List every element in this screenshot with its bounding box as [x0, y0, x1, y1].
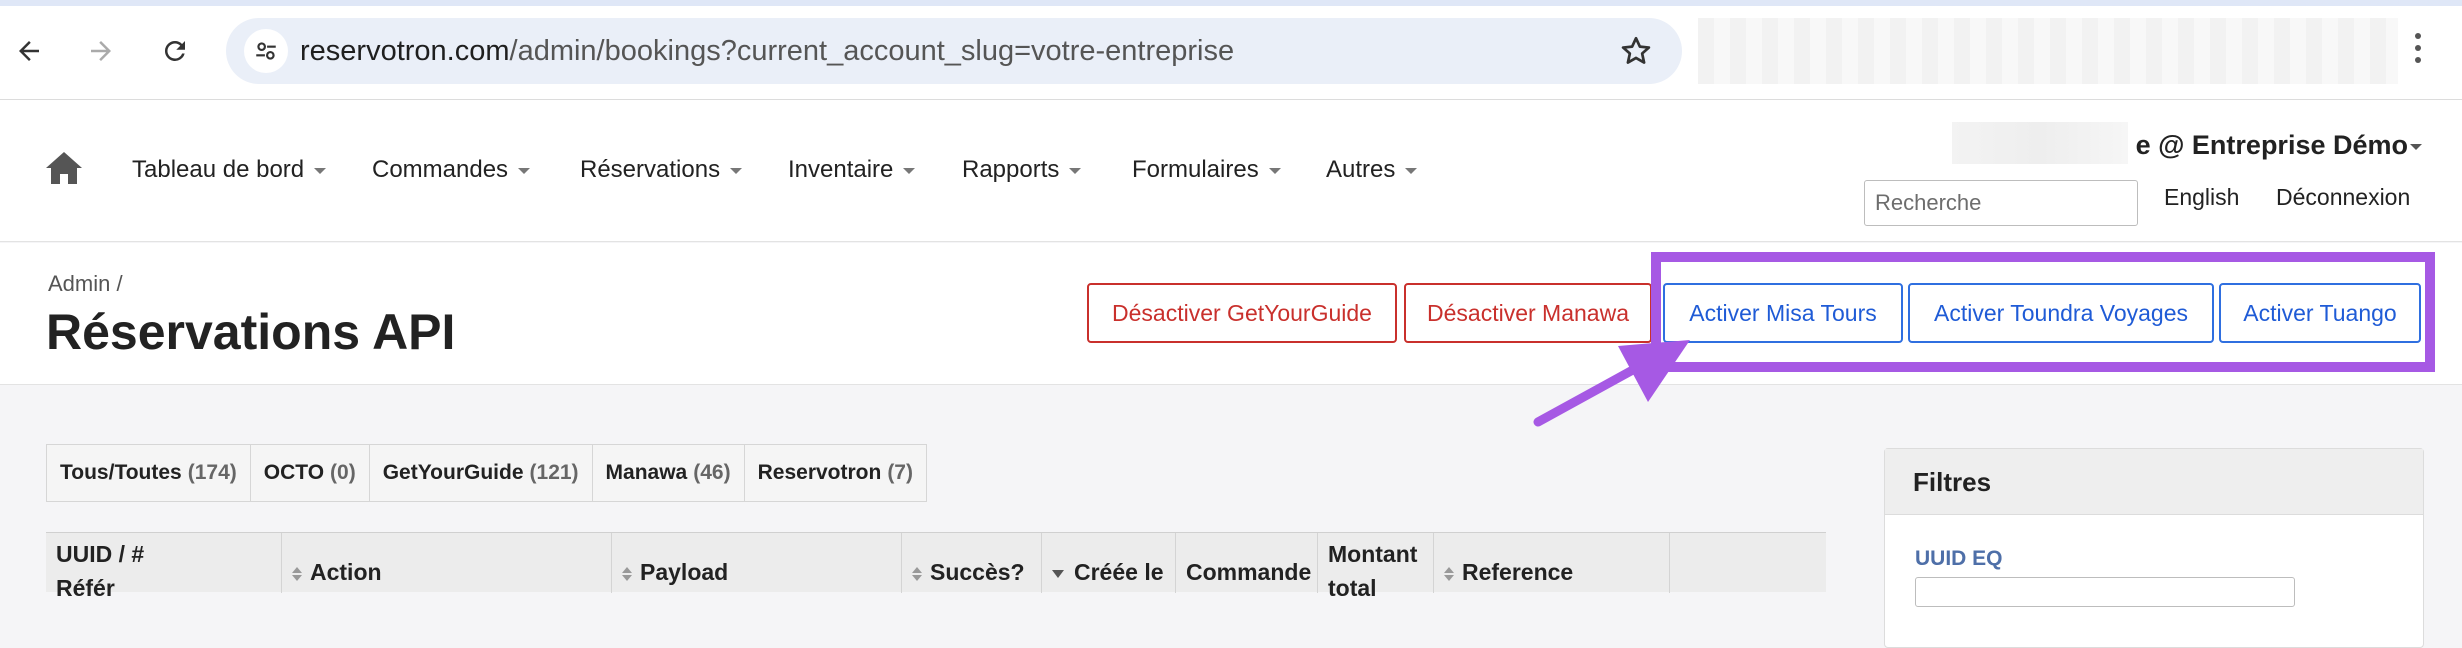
column-label-second-line: Référ — [56, 575, 115, 601]
deactivate-getyourguide-button[interactable]: Désactiver GetYourGuide — [1087, 283, 1397, 343]
nav-rapports[interactable]: Rapports — [962, 156, 1082, 184]
nav-label: Autres — [1326, 156, 1396, 183]
nav-label: Tableau de bord — [132, 156, 305, 183]
main-navigation: Tableau de bord Commandes Réservations I… — [0, 100, 2462, 242]
column-label: UUID / # — [56, 541, 145, 567]
sort-descending-icon — [1052, 569, 1064, 578]
column-uuid[interactable]: UUID / # Référ — [46, 533, 282, 601]
tab-all[interactable]: Tous/Toutes (174) — [47, 445, 251, 501]
column-label: Succès? — [930, 559, 1025, 585]
user-name-label: e @ Entreprise Démo — [2135, 130, 2408, 160]
address-bar[interactable]: reservotron.com/admin/bookings?current_a… — [226, 18, 1682, 84]
page-title: Réservations API — [46, 304, 456, 360]
filters-title: Filtres — [1885, 449, 2423, 515]
column-label: Commande — [1186, 559, 1312, 585]
column-label: Montant — [1328, 541, 1418, 567]
caret-down-icon — [903, 167, 916, 174]
nav-label: Commandes — [372, 156, 509, 183]
browser-toolbar: reservotron.com/admin/bookings?current_a… — [0, 0, 2462, 100]
column-label-second-line: total — [1328, 575, 1377, 601]
nav-commandes[interactable]: Commandes — [372, 156, 531, 184]
column-created-at[interactable]: Créée le — [1042, 533, 1176, 593]
caret-down-icon — [518, 167, 531, 174]
language-link[interactable]: English — [2164, 184, 2239, 211]
logout-link[interactable]: Déconnexion — [2276, 184, 2410, 211]
url-path: /admin/bookings?current_account_slug=vot… — [509, 35, 1235, 67]
sort-icon — [622, 566, 632, 581]
column-label: Action — [310, 559, 382, 585]
tab-count: (46) — [693, 461, 731, 484]
annotation-arrow-icon — [1533, 340, 1690, 427]
column-payload[interactable]: Payload — [612, 533, 902, 593]
reload-icon — [164, 40, 185, 61]
browser-menu-icon[interactable] — [2412, 30, 2424, 70]
caret-down-icon — [1069, 167, 1082, 174]
column-label: Payload — [640, 559, 729, 585]
tab-label: GetYourGuide — [382, 461, 524, 484]
url-host: reservotron.com — [300, 35, 510, 67]
annotation-highlight-box — [1651, 252, 2435, 372]
bookings-table-header: UUID / # Référ Action Payload Succès? Cr… — [46, 532, 1826, 601]
caret-down-icon — [314, 167, 327, 174]
column-order[interactable]: Commande — [1176, 533, 1318, 593]
sort-icon — [292, 566, 302, 581]
sort-icon — [1444, 566, 1454, 581]
nav-label: Inventaire — [788, 156, 894, 183]
caret-down-icon — [730, 167, 743, 174]
caret-down-icon — [2410, 143, 2422, 150]
tab-label: OCTO — [263, 461, 325, 484]
tab-count: (7) — [887, 461, 913, 484]
nav-label: Formulaires — [1132, 156, 1259, 183]
column-reference[interactable]: Reference — [1434, 533, 1670, 593]
bookmark-star-icon[interactable] — [1618, 33, 1654, 69]
nav-tableau-de-bord[interactable]: Tableau de bord — [132, 156, 327, 184]
nav-formulaires[interactable]: Formulaires — [1132, 156, 1281, 184]
filters-panel: Filtres UUID EQ — [1884, 448, 2424, 648]
tab-label: Tous/Toutes — [60, 461, 182, 484]
user-menu[interactable]: e @ Entreprise Démo — [2136, 130, 2422, 161]
tab-reservotron[interactable]: Reservotron (7) — [744, 445, 926, 501]
tab-label: Manawa — [605, 461, 688, 484]
arrow-right-icon — [91, 41, 111, 61]
tab-count: (121) — [529, 461, 579, 484]
back-button[interactable] — [6, 28, 52, 74]
nav-inventaire[interactable]: Inventaire — [788, 156, 916, 184]
forward-button[interactable] — [78, 28, 124, 74]
column-action[interactable]: Action — [282, 533, 612, 593]
breadcrumb[interactable]: Admin / — [48, 271, 123, 297]
nav-autres[interactable]: Autres — [1326, 156, 1418, 184]
caret-down-icon — [1405, 167, 1418, 174]
nav-label: Réservations — [580, 156, 721, 183]
nav-reservations[interactable]: Réservations — [580, 156, 743, 184]
tab-manawa[interactable]: Manawa (46) — [592, 445, 745, 501]
filter-uuid-input[interactable] — [1915, 577, 2295, 607]
tab-count: (0) — [330, 461, 356, 484]
sort-icon — [912, 566, 922, 581]
source-tabs: Tous/Toutes (174) OCTO (0) GetYourGuide (12… — [46, 444, 927, 502]
column-label: Créée le — [1074, 559, 1164, 585]
tab-octo[interactable]: OCTO (0) — [250, 445, 370, 501]
blurred-extensions-area — [1698, 18, 2398, 84]
tab-getyourguide[interactable]: GetYourGuide (121) — [369, 445, 593, 501]
nav-label: Rapports — [962, 156, 1060, 183]
filter-uuid-label: UUID EQ — [1915, 547, 2003, 570]
site-settings-icon[interactable] — [244, 29, 288, 73]
home-icon[interactable] — [44, 150, 84, 186]
tab-count: (174) — [187, 461, 237, 484]
search-input[interactable] — [1864, 180, 2138, 226]
column-success[interactable]: Succès? — [902, 533, 1042, 593]
url-text: reservotron.com/admin/bookings?current_a… — [300, 34, 1234, 68]
tab-label: Reservotron — [757, 461, 882, 484]
arrow-left-icon — [19, 41, 39, 61]
reload-button[interactable] — [152, 28, 198, 74]
column-label: Reference — [1462, 559, 1574, 585]
blurred-username — [1952, 122, 2128, 164]
tab-strip — [0, 0, 2462, 6]
caret-down-icon — [1268, 167, 1281, 174]
column-total-amount[interactable]: Montant total — [1318, 533, 1434, 601]
